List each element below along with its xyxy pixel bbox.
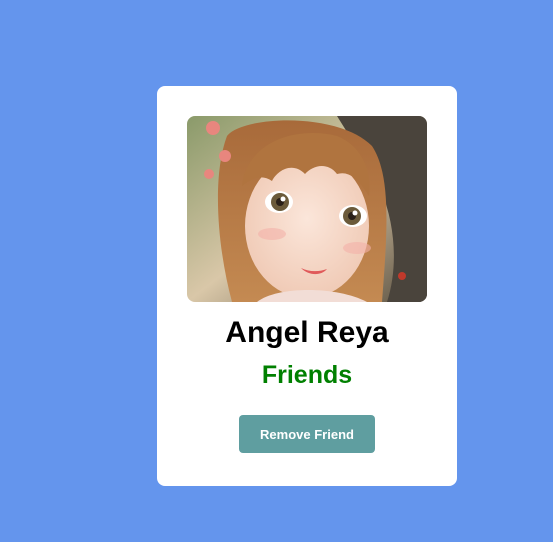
profile-photo-illustration xyxy=(187,116,427,302)
profile-card: Angel Reya Friends Remove Friend xyxy=(157,86,457,486)
remove-friend-button[interactable]: Remove Friend xyxy=(239,415,375,453)
friend-status: Friends xyxy=(261,361,353,389)
profile-name: Angel Reya xyxy=(225,316,389,349)
profile-photo xyxy=(187,116,427,302)
